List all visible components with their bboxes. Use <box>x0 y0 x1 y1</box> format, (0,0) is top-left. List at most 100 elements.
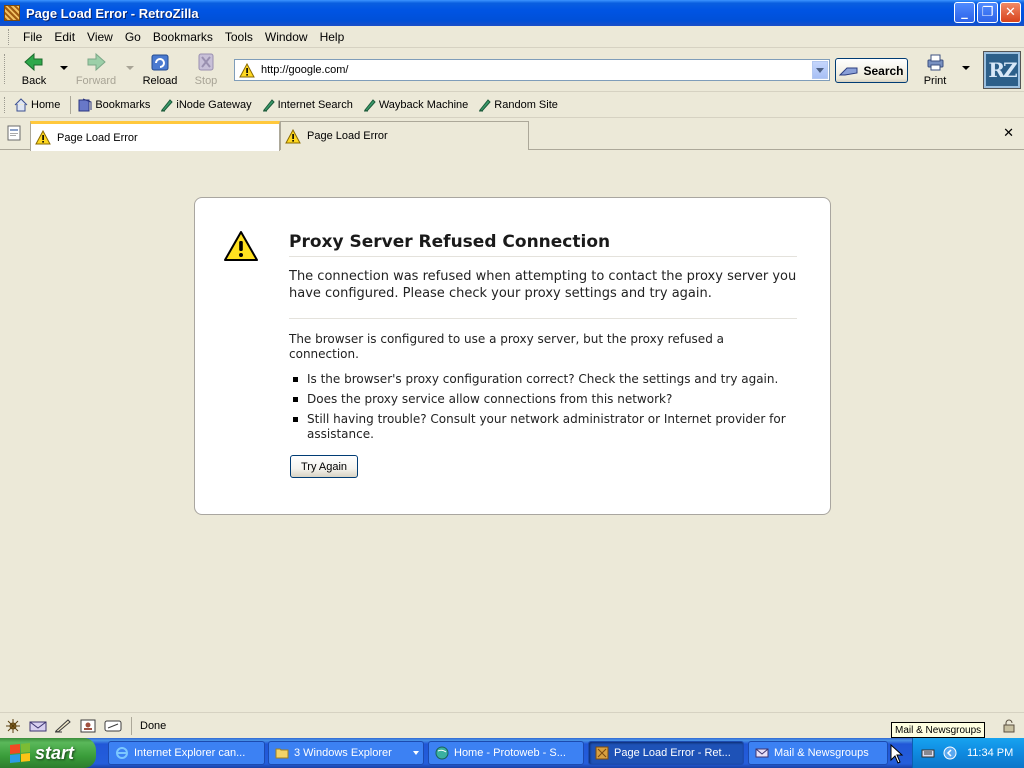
error-long-description: The browser is configured to use a proxy… <box>289 332 797 447</box>
new-tab-icon[interactable] <box>5 124 23 142</box>
taskbar-item-windows-explorer[interactable]: 3 Windows Explorer <box>268 741 424 765</box>
tab-label: Page Load Error <box>307 130 388 142</box>
bookmark-label: Wayback Machine <box>378 98 469 111</box>
url-history-dropdown-icon[interactable] <box>812 61 828 79</box>
clock[interactable]: 11:34 PM <box>967 747 1013 759</box>
bookmark-wayback-machine[interactable]: Wayback Machine <box>363 98 468 112</box>
toolbar-grip[interactable] <box>4 54 7 84</box>
taskbar-item-label: Home - Protoweb - S... <box>454 747 566 759</box>
close-icon: ✕ <box>1005 5 1016 20</box>
group-dropdown-icon[interactable] <box>413 751 419 755</box>
taskbar-item-mail-newsgroups[interactable]: Mail & Newsgroups <box>748 741 888 765</box>
taskbar-item-protoweb[interactable]: Home - Protoweb - S... <box>428 741 584 765</box>
restore-icon: ❐ <box>981 5 994 20</box>
try-again-button[interactable]: Try Again <box>290 455 358 478</box>
back-button[interactable]: Back <box>12 51 56 89</box>
reload-button[interactable]: Reload <box>138 51 182 89</box>
forward-dropdown-icon[interactable] <box>126 66 134 70</box>
mail-icon[interactable] <box>29 719 47 733</box>
taskbar-item-retrozilla[interactable]: Page Load Error - Ret... <box>588 741 744 765</box>
forward-button[interactable]: Forward <box>74 51 118 89</box>
menu-tools[interactable]: Tools <box>219 30 259 44</box>
menu-view[interactable]: View <box>81 30 119 44</box>
error-short-description: The connection was refused when attempti… <box>289 268 797 319</box>
bookmark-link-icon <box>161 98 174 112</box>
bookmark-internet-search[interactable]: Internet Search <box>262 98 353 112</box>
list-item: Still having trouble? Consult your netwo… <box>289 412 797 442</box>
maximize-button[interactable]: ❐ <box>977 2 998 23</box>
list-item: Does the proxy service allow connections… <box>289 392 797 407</box>
retrozilla-logo[interactable]: RZ <box>983 51 1021 89</box>
menu-bookmarks[interactable]: Bookmarks <box>147 30 219 44</box>
menu-window[interactable]: Window <box>259 30 314 44</box>
composer-icon[interactable] <box>54 718 72 733</box>
start-label: start <box>35 742 75 763</box>
globe-icon <box>435 746 449 760</box>
search-button[interactable]: Search <box>835 58 908 83</box>
irc-chat-icon[interactable] <box>104 719 122 733</box>
home-label: Home <box>31 98 61 111</box>
home-icon <box>14 97 28 111</box>
menu-edit[interactable]: Edit <box>48 30 81 44</box>
bookmark-link-icon <box>262 98 275 112</box>
print-button[interactable]: Print <box>913 51 957 89</box>
menu-help[interactable]: Help <box>314 30 351 44</box>
toolbar-grip[interactable] <box>4 96 7 113</box>
menu-file[interactable]: File <box>17 30 48 44</box>
taskbar-item-label: 3 Windows Explorer <box>294 747 392 759</box>
tab-page-load-error[interactable]: Page Load Error <box>30 121 280 151</box>
home-bookmark[interactable]: Home <box>13 97 61 112</box>
url-input[interactable]: http://google.com/ <box>261 64 348 76</box>
bookmark-label: Internet Search <box>277 98 353 111</box>
taskbar-item-label: Page Load Error - Ret... <box>614 747 731 759</box>
close-tab-icon[interactable]: ✕ <box>1003 126 1014 141</box>
bookmark-inode-gateway[interactable]: iNode Gateway <box>160 98 252 112</box>
status-bar: Done <box>0 712 1024 738</box>
bookmarks-label: Bookmarks <box>95 98 151 111</box>
collapse-tray-icon[interactable] <box>943 746 957 760</box>
back-dropdown-icon[interactable] <box>60 66 68 70</box>
list-item: Is the browser's proxy configuration cor… <box>289 372 797 387</box>
stop-label: Stop <box>194 75 218 87</box>
retrozilla-app-icon[interactable] <box>4 5 20 21</box>
minimize-button[interactable]: _ <box>954 2 975 23</box>
bookmark-link-icon <box>363 98 376 112</box>
keyboard-icon[interactable] <box>921 746 935 760</box>
retrozilla-app-icon <box>595 746 609 760</box>
mouse-cursor-icon <box>890 744 904 764</box>
error-page-container: Proxy Server Refused Connection The conn… <box>194 197 831 515</box>
mail-icon <box>755 748 769 758</box>
reload-icon <box>151 54 169 71</box>
minimize-icon: _ <box>961 5 968 20</box>
title-bar[interactable]: Page Load Error - RetroZilla _ ❐ ✕ <box>0 0 1024 26</box>
error-suggestions-list: Is the browser's proxy configuration cor… <box>289 372 797 442</box>
warning-icon <box>285 128 301 143</box>
print-dropdown-icon[interactable] <box>962 66 970 70</box>
bookmarks-menu-button[interactable]: Bookmarks <box>77 98 150 112</box>
url-bar[interactable]: http://google.com/ <box>234 59 830 81</box>
menu-go[interactable]: Go <box>119 30 147 44</box>
taskbar-item-label: Mail & Newsgroups <box>774 747 869 759</box>
taskbar-item-internet-explorer[interactable]: Internet Explorer can... <box>108 741 265 765</box>
start-button[interactable]: start <box>0 738 96 768</box>
forward-arrow-icon <box>87 52 106 72</box>
taskbar: start Internet Explorer can... 3 Windows… <box>0 738 1024 768</box>
tab-page-load-error-2[interactable]: Page Load Error <box>280 121 529 150</box>
address-book-icon[interactable] <box>79 719 97 733</box>
warning-icon <box>35 130 51 145</box>
navigator-icon[interactable] <box>4 718 22 733</box>
toolbar-grip[interactable] <box>8 28 11 45</box>
status-text: Done <box>140 719 167 732</box>
bookmark-random-site[interactable]: Random Site <box>478 98 558 112</box>
close-window-button[interactable]: ✕ <box>1000 2 1021 23</box>
search-label: Search <box>863 63 904 78</box>
status-separator <box>131 716 132 735</box>
stop-button[interactable]: Stop <box>184 51 228 89</box>
stop-icon <box>198 53 214 71</box>
windows-logo-icon <box>10 742 30 764</box>
security-lock-icon[interactable] <box>1002 719 1016 733</box>
tab-label: Page Load Error <box>57 131 138 144</box>
error-title: Proxy Server Refused Connection <box>289 232 797 257</box>
warning-icon <box>224 231 258 261</box>
personal-toolbar: Home Bookmarks iNode Gateway Internet Se… <box>0 92 1024 118</box>
